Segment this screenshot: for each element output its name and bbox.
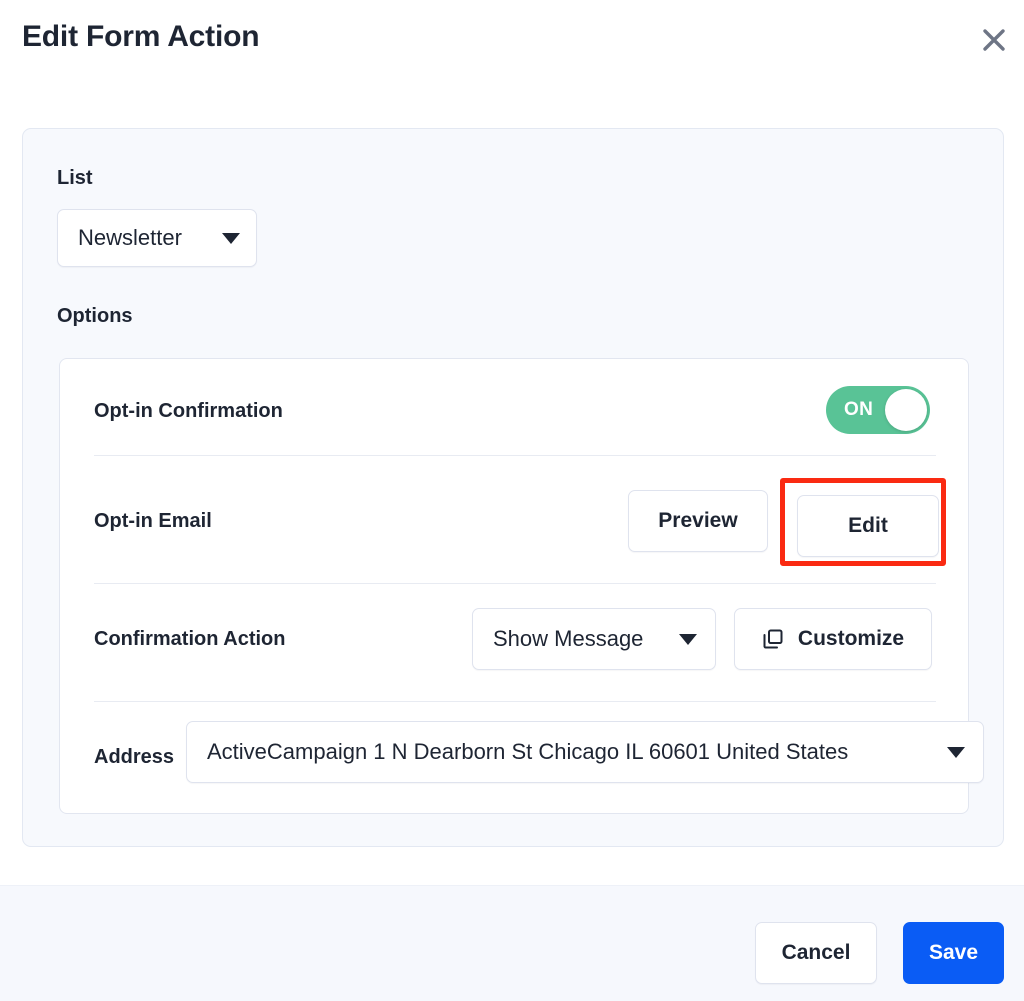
optin-email-label: Opt-in Email <box>94 510 212 532</box>
modal-header: Edit Form Action <box>0 0 1024 86</box>
confirmation-action-label: Confirmation Action <box>94 628 286 650</box>
preview-button[interactable]: Preview <box>628 490 768 552</box>
form-action-panel: List Newsletter Options Opt-in Confirmat… <box>22 128 1004 847</box>
edit-button-highlight: Edit <box>780 478 946 566</box>
close-icon[interactable] <box>974 20 1014 60</box>
toggle-knob <box>885 389 927 431</box>
options-card: Opt-in Confirmation ON Opt-in Email Prev… <box>59 358 984 814</box>
save-button[interactable]: Save <box>903 922 1004 984</box>
confirmation-action-select[interactable]: Show Message <box>472 608 716 670</box>
address-select[interactable]: ActiveCampaign 1 N Dearborn St Chicago I… <box>186 721 984 783</box>
modal-footer: Cancel Save <box>0 885 1024 1001</box>
chevron-down-icon <box>947 746 965 758</box>
options-label: Options <box>57 305 133 327</box>
divider <box>94 455 936 456</box>
customize-button-label: Customize <box>797 627 905 650</box>
duplicate-icon <box>763 629 783 649</box>
edit-form-action-modal: Edit Form Action List Newsletter Options… <box>0 0 1024 1001</box>
page-title: Edit Form Action <box>22 20 260 53</box>
confirmation-action-value: Show Message <box>493 626 644 651</box>
optin-confirmation-label: Opt-in Confirmation <box>94 400 283 422</box>
cancel-button[interactable]: Cancel <box>755 922 877 984</box>
divider <box>94 701 936 702</box>
toggle-state-label: ON <box>844 399 874 420</box>
address-select-value: ActiveCampaign 1 N Dearborn St Chicago I… <box>207 739 849 764</box>
address-label: Address <box>94 746 175 768</box>
edit-button[interactable]: Edit <box>797 495 939 557</box>
chevron-down-icon <box>222 232 240 244</box>
list-select[interactable]: Newsletter <box>57 209 257 267</box>
chevron-down-icon <box>679 633 697 645</box>
optin-confirmation-toggle[interactable]: ON <box>826 386 930 434</box>
divider <box>94 583 936 584</box>
customize-button[interactable]: Customize <box>734 608 932 670</box>
modal-body: List Newsletter Options Opt-in Confirmat… <box>0 86 1024 885</box>
list-label: List <box>57 167 93 189</box>
list-select-value: Newsletter <box>78 225 182 250</box>
